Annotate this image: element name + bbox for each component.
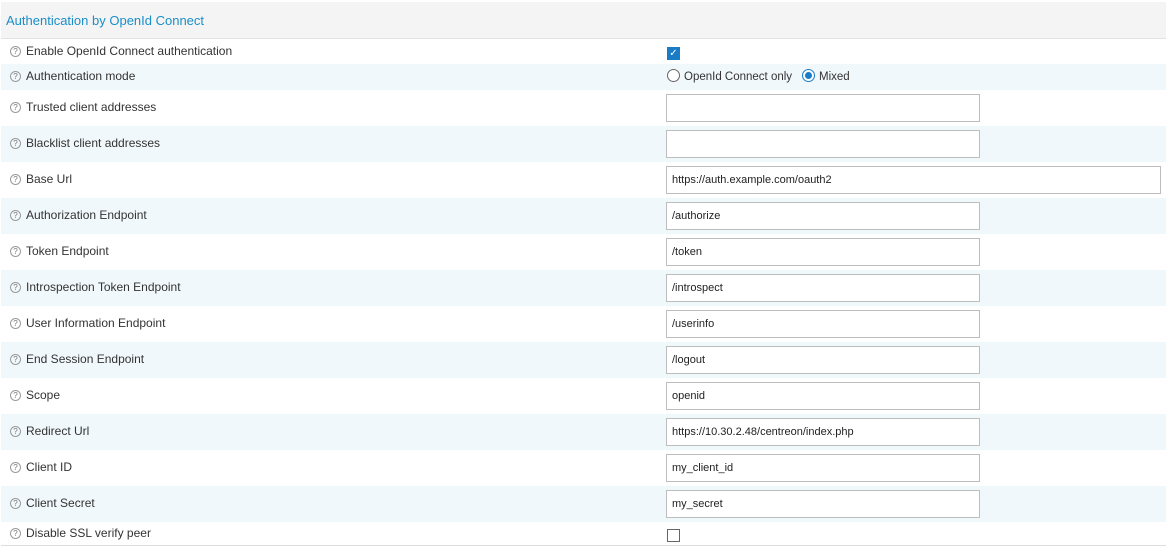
help-icon[interactable]: ? [10, 174, 21, 185]
row-end-session-endpoint: ? End Session Endpoint [1, 342, 1166, 378]
help-icon[interactable]: ? [10, 354, 21, 365]
row-enable-oidc: ? Enable OpenId Connect authentication ✓ [1, 40, 1166, 64]
mode-mixed-radio[interactable] [802, 69, 815, 82]
authorization-endpoint-label: Authorization Endpoint [26, 208, 147, 222]
blacklist-clients-input[interactable] [666, 130, 980, 158]
row-introspection-endpoint: ? Introspection Token Endpoint [1, 270, 1166, 306]
disable-ssl-verify-label: Disable SSL verify peer [26, 526, 151, 540]
end-session-endpoint-input[interactable] [666, 346, 980, 374]
row-disable-ssl-verify: ? Disable SSL verify peer [1, 522, 1166, 545]
row-auth-mode: ? Authentication mode OpenId Connect onl… [1, 64, 1166, 90]
row-redirect-url: ? Redirect Url [1, 414, 1166, 450]
introspection-endpoint-label: Introspection Token Endpoint [26, 280, 181, 294]
section-title: Authentication by OpenId Connect [6, 13, 205, 28]
row-base-url: ? Base Url [1, 162, 1166, 198]
row-userinfo-endpoint: ? User Information Endpoint [1, 306, 1166, 342]
enable-oidc-label: Enable OpenId Connect authentication [26, 44, 233, 58]
row-token-endpoint: ? Token Endpoint [1, 234, 1166, 270]
trusted-clients-label: Trusted client addresses [26, 100, 157, 114]
introspection-endpoint-input[interactable] [666, 274, 980, 302]
row-client-secret: ? Client Secret [1, 486, 1166, 522]
help-icon[interactable]: ? [10, 102, 21, 113]
token-endpoint-input[interactable] [666, 238, 980, 266]
userinfo-endpoint-input[interactable] [666, 310, 980, 338]
help-icon[interactable]: ? [10, 46, 21, 57]
row-authorization-endpoint: ? Authorization Endpoint [1, 198, 1166, 234]
client-secret-input[interactable] [666, 490, 980, 518]
trusted-clients-input[interactable] [666, 94, 980, 122]
userinfo-endpoint-label: User Information Endpoint [26, 316, 166, 330]
authorization-endpoint-input[interactable] [666, 202, 980, 230]
token-endpoint-label: Token Endpoint [26, 244, 109, 258]
enable-oidc-checkbox[interactable]: ✓ [667, 47, 680, 60]
row-trusted-clients: ? Trusted client addresses [1, 90, 1166, 126]
row-blacklist-clients: ? Blacklist client addresses [1, 126, 1166, 162]
mode-oidc-only-radio[interactable] [667, 69, 680, 82]
blacklist-clients-label: Blacklist client addresses [26, 136, 161, 150]
help-icon[interactable]: ? [10, 426, 21, 437]
help-icon[interactable]: ? [10, 462, 21, 473]
scope-label: Scope [26, 388, 61, 402]
base-url-input[interactable] [666, 166, 1161, 194]
section-header: Authentication by OpenId Connect [1, 2, 1166, 39]
help-icon[interactable]: ? [10, 246, 21, 257]
redirect-url-input[interactable] [666, 418, 980, 446]
help-icon[interactable]: ? [10, 318, 21, 329]
client-id-label: Client ID [26, 460, 73, 474]
divider [1, 545, 1166, 546]
help-icon[interactable]: ? [10, 210, 21, 221]
base-url-label: Base Url [26, 172, 73, 186]
disable-ssl-verify-checkbox[interactable] [667, 529, 680, 542]
mode-oidc-only-label[interactable]: OpenId Connect only [684, 71, 792, 83]
row-scope: ? Scope [1, 378, 1166, 414]
client-id-input[interactable] [666, 454, 980, 482]
help-icon[interactable]: ? [10, 528, 21, 539]
help-icon[interactable]: ? [10, 390, 21, 401]
end-session-endpoint-label: End Session Endpoint [26, 352, 145, 366]
mode-mixed-label[interactable]: Mixed [819, 71, 850, 83]
openid-connect-panel: Authentication by OpenId Connect ? Enabl… [0, 0, 1167, 547]
help-icon[interactable]: ? [10, 71, 21, 82]
scope-input[interactable] [666, 382, 980, 410]
row-client-id: ? Client ID [1, 450, 1166, 486]
redirect-url-label: Redirect Url [26, 424, 90, 438]
help-icon[interactable]: ? [10, 138, 21, 149]
auth-mode-label: Authentication mode [26, 69, 136, 83]
help-icon[interactable]: ? [10, 498, 21, 509]
help-icon[interactable]: ? [10, 282, 21, 293]
client-secret-label: Client Secret [26, 496, 95, 510]
